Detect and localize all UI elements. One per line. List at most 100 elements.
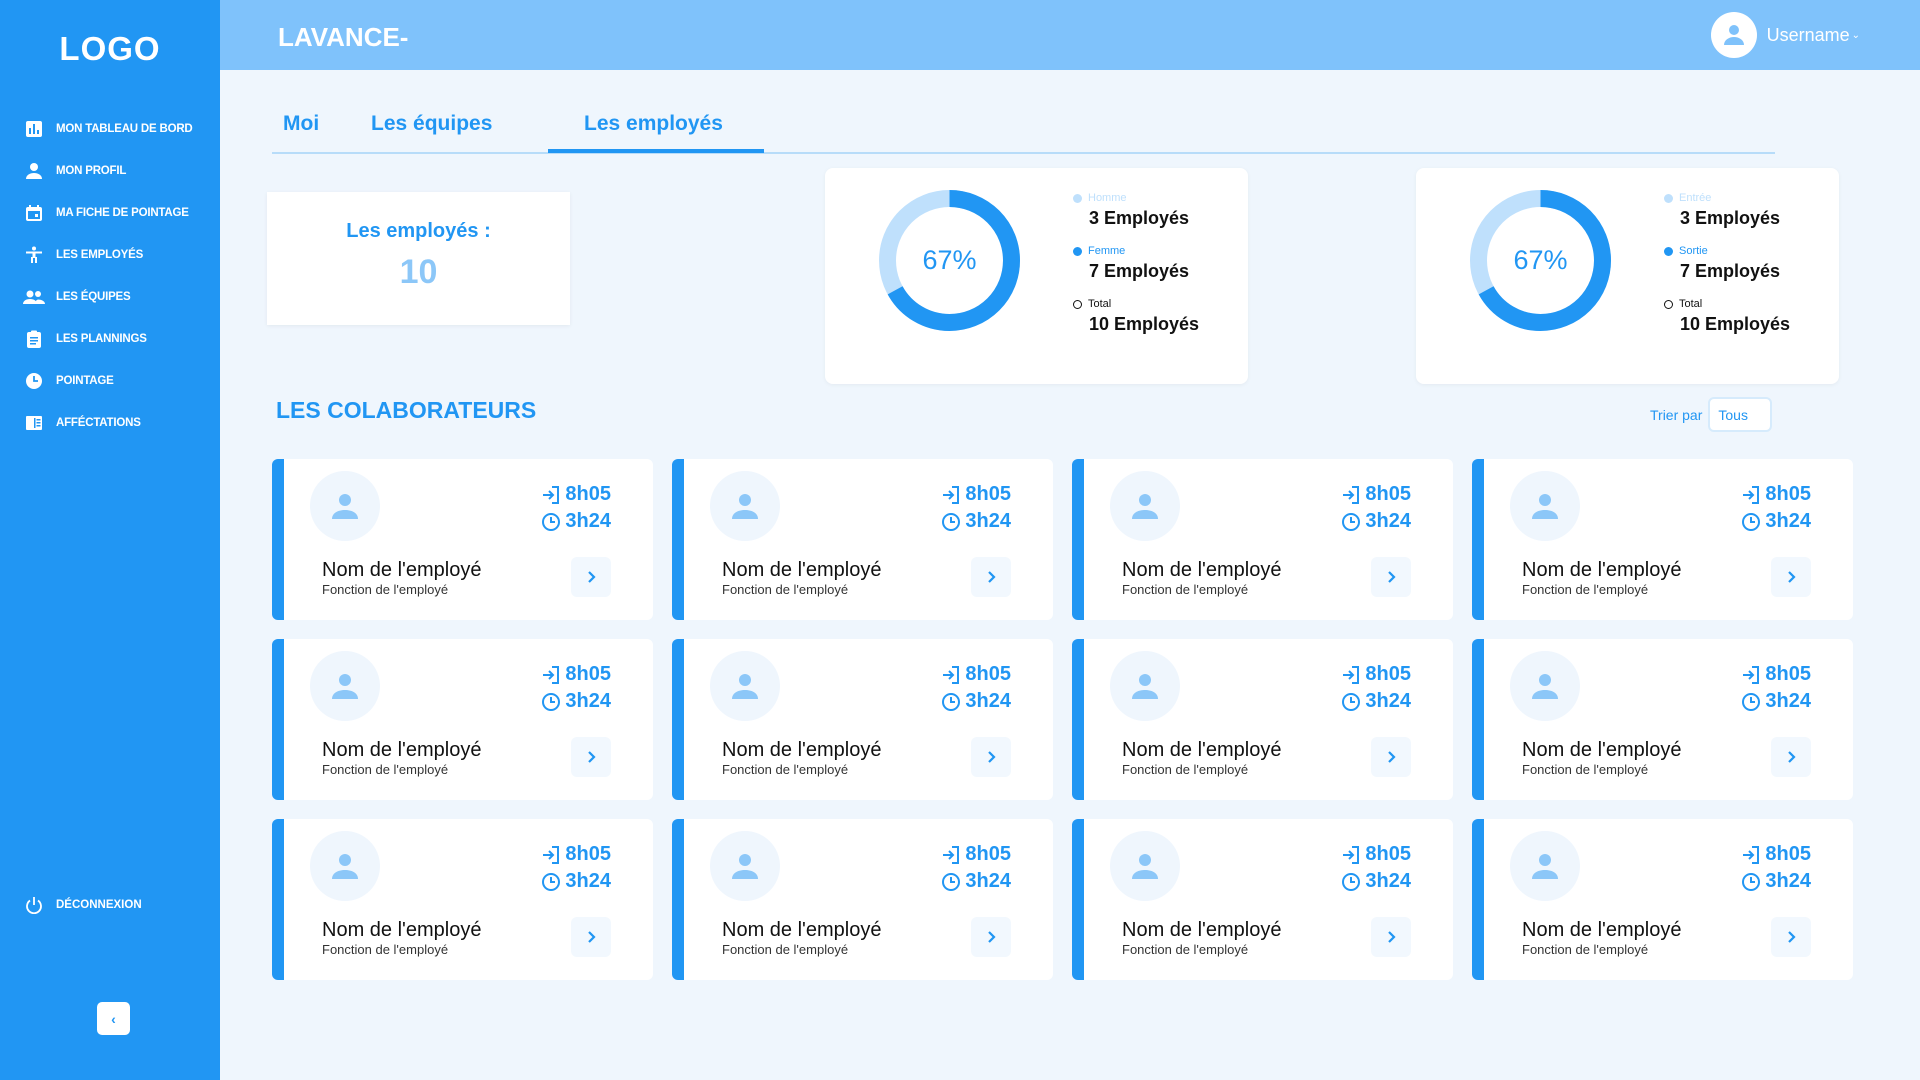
employee-times: 8h05 3h24 [1741, 661, 1811, 715]
login-icon [1743, 845, 1760, 864]
open-employee-button[interactable] [1371, 917, 1411, 957]
employee-card[interactable]: 8h05 3h24 Nom de l'employé Fonction de l… [272, 819, 653, 980]
employee-card[interactable]: 8h05 3h24 Nom de l'employé Fonction de l… [272, 459, 653, 620]
sidebar-item-profile[interactable]: MON PROFIL [22, 150, 212, 192]
arrival-time: 8h05 [1741, 661, 1811, 688]
employee-card[interactable]: 8h05 3h24 Nom de l'employé Fonction de l… [272, 639, 653, 800]
legend-value: 7 Employés [1089, 261, 1190, 281]
employee-card[interactable]: 8h05 3h24 Nom de l'employé Fonction de l… [1472, 639, 1853, 800]
sidebar-item-dashboard[interactable]: MON TABLEAU DE BORD [22, 108, 212, 150]
employee-card[interactable]: 8h05 3h24 Nom de l'employé Fonction de l… [672, 459, 1053, 620]
employee-times: 8h05 3h24 [541, 661, 611, 715]
clock-icon [542, 692, 561, 711]
clock-icon [1742, 872, 1761, 891]
employee-role: Fonction de l'employé [1122, 762, 1249, 777]
employee-name: Nom de l'employé [722, 739, 882, 761]
employee-card[interactable]: 8h05 3h24 Nom de l'employé Fonction de l… [1072, 459, 1453, 620]
sidebar-item-label: MA FICHE DE POINTAGE [56, 207, 189, 219]
employee-times: 8h05 3h24 [941, 661, 1011, 715]
employee-times: 8h05 3h24 [941, 481, 1011, 535]
employee-avatar [310, 831, 380, 901]
employee-name: Nom de l'employé [1122, 559, 1282, 581]
collapse-sidebar-button[interactable]: ‹ [97, 1002, 130, 1035]
tab-employes[interactable]: Les employés [584, 112, 723, 136]
login-icon [543, 665, 560, 684]
open-employee-button[interactable] [571, 737, 611, 777]
open-employee-button[interactable] [571, 917, 611, 957]
sidebar-item-affectations[interactable]: AFFÉCTATIONS [22, 402, 212, 444]
open-employee-button[interactable] [971, 737, 1011, 777]
sidebar-item-teams[interactable]: LES ÉQUIPES [22, 276, 212, 318]
legend-name: Total [1679, 298, 1703, 310]
clock-icon [942, 512, 961, 531]
login-icon [543, 845, 560, 864]
tab-equipes[interactable]: Les équipes [371, 112, 492, 136]
arrival-time-value: 8h05 [965, 843, 1011, 865]
open-employee-button[interactable] [1771, 557, 1811, 597]
section-title: LES COLABORATEURS [276, 397, 537, 423]
open-employee-button[interactable] [1371, 557, 1411, 597]
clock-icon [1742, 512, 1761, 531]
tab-moi[interactable]: Moi [283, 112, 319, 136]
employee-card[interactable]: 8h05 3h24 Nom de l'employé Fonction de l… [672, 819, 1053, 980]
employee-card[interactable]: 8h05 3h24 Nom de l'employé Fonction de l… [1072, 639, 1453, 800]
sidebar-item-timesheet[interactable]: MA FICHE DE POINTAGE [22, 192, 212, 234]
person-icon [732, 674, 758, 699]
open-employee-button[interactable] [971, 557, 1011, 597]
logout-button[interactable]: DÉCONNEXION [22, 893, 142, 917]
employee-card[interactable]: 8h05 3h24 Nom de l'employé Fonction de l… [672, 639, 1053, 800]
employee-avatar [1510, 651, 1580, 721]
worked-duration-value: 3h24 [965, 870, 1011, 892]
sidebar-item-pointage[interactable]: POINTAGE [22, 360, 212, 402]
open-employee-button[interactable] [571, 557, 611, 597]
legend-value: 7 Employés [1680, 261, 1781, 281]
sidebar-item-employees[interactable]: LES EMPLOYÉS [22, 234, 212, 276]
user-menu[interactable]: Username ⌄ [1710, 12, 1860, 58]
employee-role: Fonction de l'employé [1522, 582, 1649, 597]
worked-duration-value: 3h24 [965, 690, 1011, 712]
sort-select[interactable]: Tous [1708, 397, 1773, 432]
login-icon [943, 665, 960, 684]
employee-card[interactable]: 8h05 3h24 Nom de l'employé Fonction de l… [1472, 819, 1853, 980]
top-header: LAVANCE- Username ⌄ [220, 0, 1920, 70]
arrival-time-value: 8h05 [1765, 663, 1811, 685]
clock-icon [542, 872, 561, 891]
sidebar-nav: MON TABLEAU DE BORD MON PROFIL MA FICHE … [22, 108, 212, 444]
chevron-right-icon [988, 751, 996, 763]
clipboard-icon [22, 327, 46, 351]
person-icon [1132, 494, 1158, 519]
worked-duration: 3h24 [1741, 868, 1811, 895]
tabs: Moi Les équipes Les employés [272, 106, 1775, 154]
open-employee-button[interactable] [1771, 917, 1811, 957]
chevron-right-icon [988, 571, 996, 583]
sidebar-item-plannings[interactable]: LES PLANNINGS [22, 318, 212, 360]
open-employee-button[interactable] [1771, 737, 1811, 777]
employee-card[interactable]: 8h05 3h24 Nom de l'employé Fonction de l… [1472, 459, 1853, 620]
arrival-time: 8h05 [1341, 481, 1411, 508]
worked-duration: 3h24 [941, 688, 1011, 715]
legend-dot [1073, 299, 1082, 309]
open-employee-button[interactable] [971, 917, 1011, 957]
accessibility-icon [22, 243, 46, 267]
arrival-time-value: 8h05 [565, 663, 611, 685]
clock-icon [1342, 692, 1361, 711]
person-icon [732, 854, 758, 879]
open-employee-button[interactable] [1371, 737, 1411, 777]
employee-card[interactable]: 8h05 3h24 Nom de l'employé Fonction de l… [1072, 819, 1453, 980]
employee-role: Fonction de l'employé [1522, 762, 1649, 777]
login-icon [943, 485, 960, 504]
employee-avatar [310, 471, 380, 541]
worked-duration: 3h24 [1341, 508, 1411, 535]
chevron-right-icon [988, 931, 996, 943]
chart-icon [22, 117, 46, 141]
sidebar-item-label: AFFÉCTATIONS [56, 417, 141, 429]
employee-avatar [1510, 471, 1580, 541]
worked-duration: 3h24 [941, 868, 1011, 895]
arrival-time: 8h05 [1341, 841, 1411, 868]
donut-percent: 67% [1513, 245, 1568, 275]
active-tab-indicator [548, 149, 764, 153]
sort-label: Trier par [1650, 406, 1703, 423]
legend-dot [1664, 299, 1673, 309]
employee-name: Nom de l'employé [322, 919, 482, 941]
arrival-time-value: 8h05 [1765, 843, 1811, 865]
